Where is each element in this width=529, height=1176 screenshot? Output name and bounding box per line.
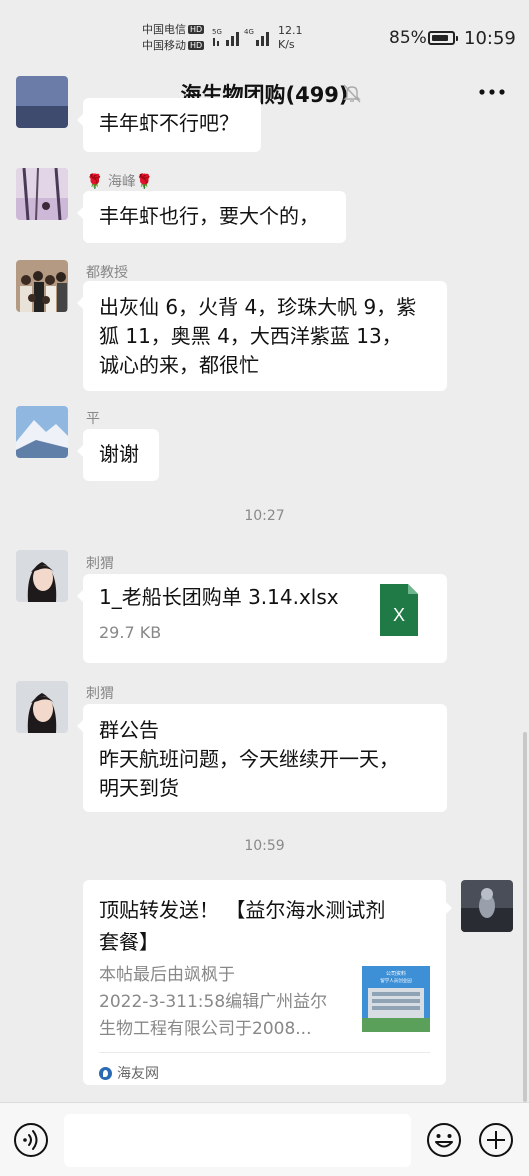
- avatar[interactable]: [16, 76, 68, 128]
- file-size: 29.7 KB: [99, 623, 162, 642]
- carrier-1: 中国电信: [142, 23, 186, 36]
- status-bar: 中国电信 HD 中国移动 HD 5G 4G 12.1 K/s 85% 10:59: [0, 0, 529, 70]
- voice-input-button[interactable]: [13, 1122, 49, 1158]
- excel-icon: X: [380, 584, 418, 636]
- avatar[interactable]: [16, 168, 68, 220]
- message-bubble[interactable]: 群公告 昨天航班问题，今天继续开一天， 明天到货: [77, 704, 447, 812]
- battery-icon: [428, 31, 458, 45]
- message-text-line: 昨天航班问题，今天继续开一天，: [99, 747, 399, 771]
- sender-name: 刺猬: [86, 556, 114, 572]
- hd-badge: HD: [188, 41, 205, 50]
- network-speed-value: 12.1: [278, 24, 303, 37]
- message-text-line: 明天到货: [99, 776, 179, 800]
- net-5g-label: 5G: [212, 28, 222, 36]
- network-speed: 12.1 K/s: [278, 24, 303, 52]
- avatar[interactable]: [461, 880, 513, 932]
- more-functions-button[interactable]: [478, 1122, 514, 1158]
- thumbnail-text: 留学人员创业园: [380, 977, 412, 984]
- link-description-line: 生物工程有限公司于2008...: [99, 1019, 312, 1039]
- message-text-line: 出灰仙 6，火背 4，珍珠大帆 9，紫: [99, 295, 417, 319]
- link-title-line: 套餐】: [99, 930, 159, 954]
- link-thumbnail: 公司资料 留学人员创业园: [362, 966, 430, 1032]
- message-bubble[interactable]: 丰年虾也行，要大个的，: [77, 191, 346, 243]
- message-text: 谢谢: [99, 442, 139, 466]
- message-text: 丰年虾也行，要大个的，: [99, 204, 319, 228]
- input-bar: [0, 1102, 529, 1176]
- file-name: 1_老船长团购单 3.14.xlsx: [99, 585, 339, 609]
- avatar[interactable]: [16, 681, 68, 733]
- avatar[interactable]: [16, 406, 68, 458]
- emoji-button[interactable]: [426, 1122, 462, 1158]
- sender-name: 平: [86, 411, 100, 427]
- more-options-button[interactable]: [477, 82, 507, 102]
- sender-name: 刺猬: [86, 686, 114, 702]
- message-bubble[interactable]: 丰年虾不行吧？: [77, 98, 261, 152]
- message-text: 丰年虾不行吧？: [99, 111, 239, 135]
- hd-badge: HD: [188, 25, 205, 34]
- sender-name: 都教授: [86, 265, 128, 281]
- message-input[interactable]: [64, 1114, 411, 1167]
- sender-name: 🌹 海峰🌹: [86, 174, 154, 190]
- mute-bell-icon: [343, 84, 361, 103]
- link-description-line: 2022-3-311:58编辑广州益尔: [99, 992, 328, 1012]
- excel-icon-letter: X: [393, 605, 405, 625]
- signal-4g-icon: 4G: [244, 28, 269, 46]
- file-message[interactable]: 1_老船长团购单 3.14.xlsx 29.7 KB X: [77, 574, 447, 663]
- source-logo-icon: [99, 1067, 112, 1080]
- avatar[interactable]: [16, 260, 68, 312]
- status-time: 10:59: [464, 28, 516, 49]
- link-title: 顶贴转发送！ 【益尔海水测试剂 套餐】: [99, 894, 419, 958]
- signal-5g-icon: 5G: [212, 28, 239, 46]
- time-divider: 10:27: [244, 508, 285, 524]
- message-bubble[interactable]: 谢谢: [77, 429, 159, 481]
- link-title-line: 顶贴转发送！ 【益尔海水测试剂: [99, 898, 386, 922]
- link-source-name: 海友网: [117, 1066, 159, 1082]
- carrier-2: 中国移动: [142, 39, 186, 52]
- divider: [99, 1052, 430, 1053]
- message-bubble[interactable]: 出灰仙 6，火背 4，珍珠大帆 9，紫 狐 11，奥黑 4，大西洋紫蓝 13， …: [77, 281, 447, 391]
- message-text-line: 诚心的来，都很忙: [99, 353, 259, 377]
- chat-header: 海生物团购(499): [0, 70, 529, 116]
- link-card[interactable]: 顶贴转发送！ 【益尔海水测试剂 套餐】 本帖最后由飒枫于 2022-3-311:…: [83, 880, 452, 1085]
- time-divider: 10:59: [244, 838, 285, 854]
- chat-title: 海生物团购(499): [180, 83, 349, 107]
- thumbnail-text: 公司资料: [386, 970, 406, 977]
- carrier-info: 中国电信 HD 中国移动 HD: [142, 22, 205, 54]
- link-source: 海友网: [99, 1060, 159, 1089]
- link-description: 本帖最后由飒枫于 2022-3-311:58编辑广州益尔 生物工程有限公司于20…: [99, 962, 349, 1043]
- message-text-line: 群公告: [99, 718, 159, 742]
- scrollbar[interactable]: [523, 732, 527, 1102]
- net-4g-label: 4G: [244, 28, 254, 36]
- battery-percent: 85%: [389, 28, 427, 48]
- avatar[interactable]: [16, 550, 68, 602]
- message-text-line: 狐 11，奥黑 4，大西洋紫蓝 13，: [99, 324, 402, 348]
- network-speed-unit: K/s: [278, 38, 295, 51]
- link-description-line: 本帖最后由飒枫于: [99, 965, 235, 985]
- battery-fill: [432, 35, 449, 41]
